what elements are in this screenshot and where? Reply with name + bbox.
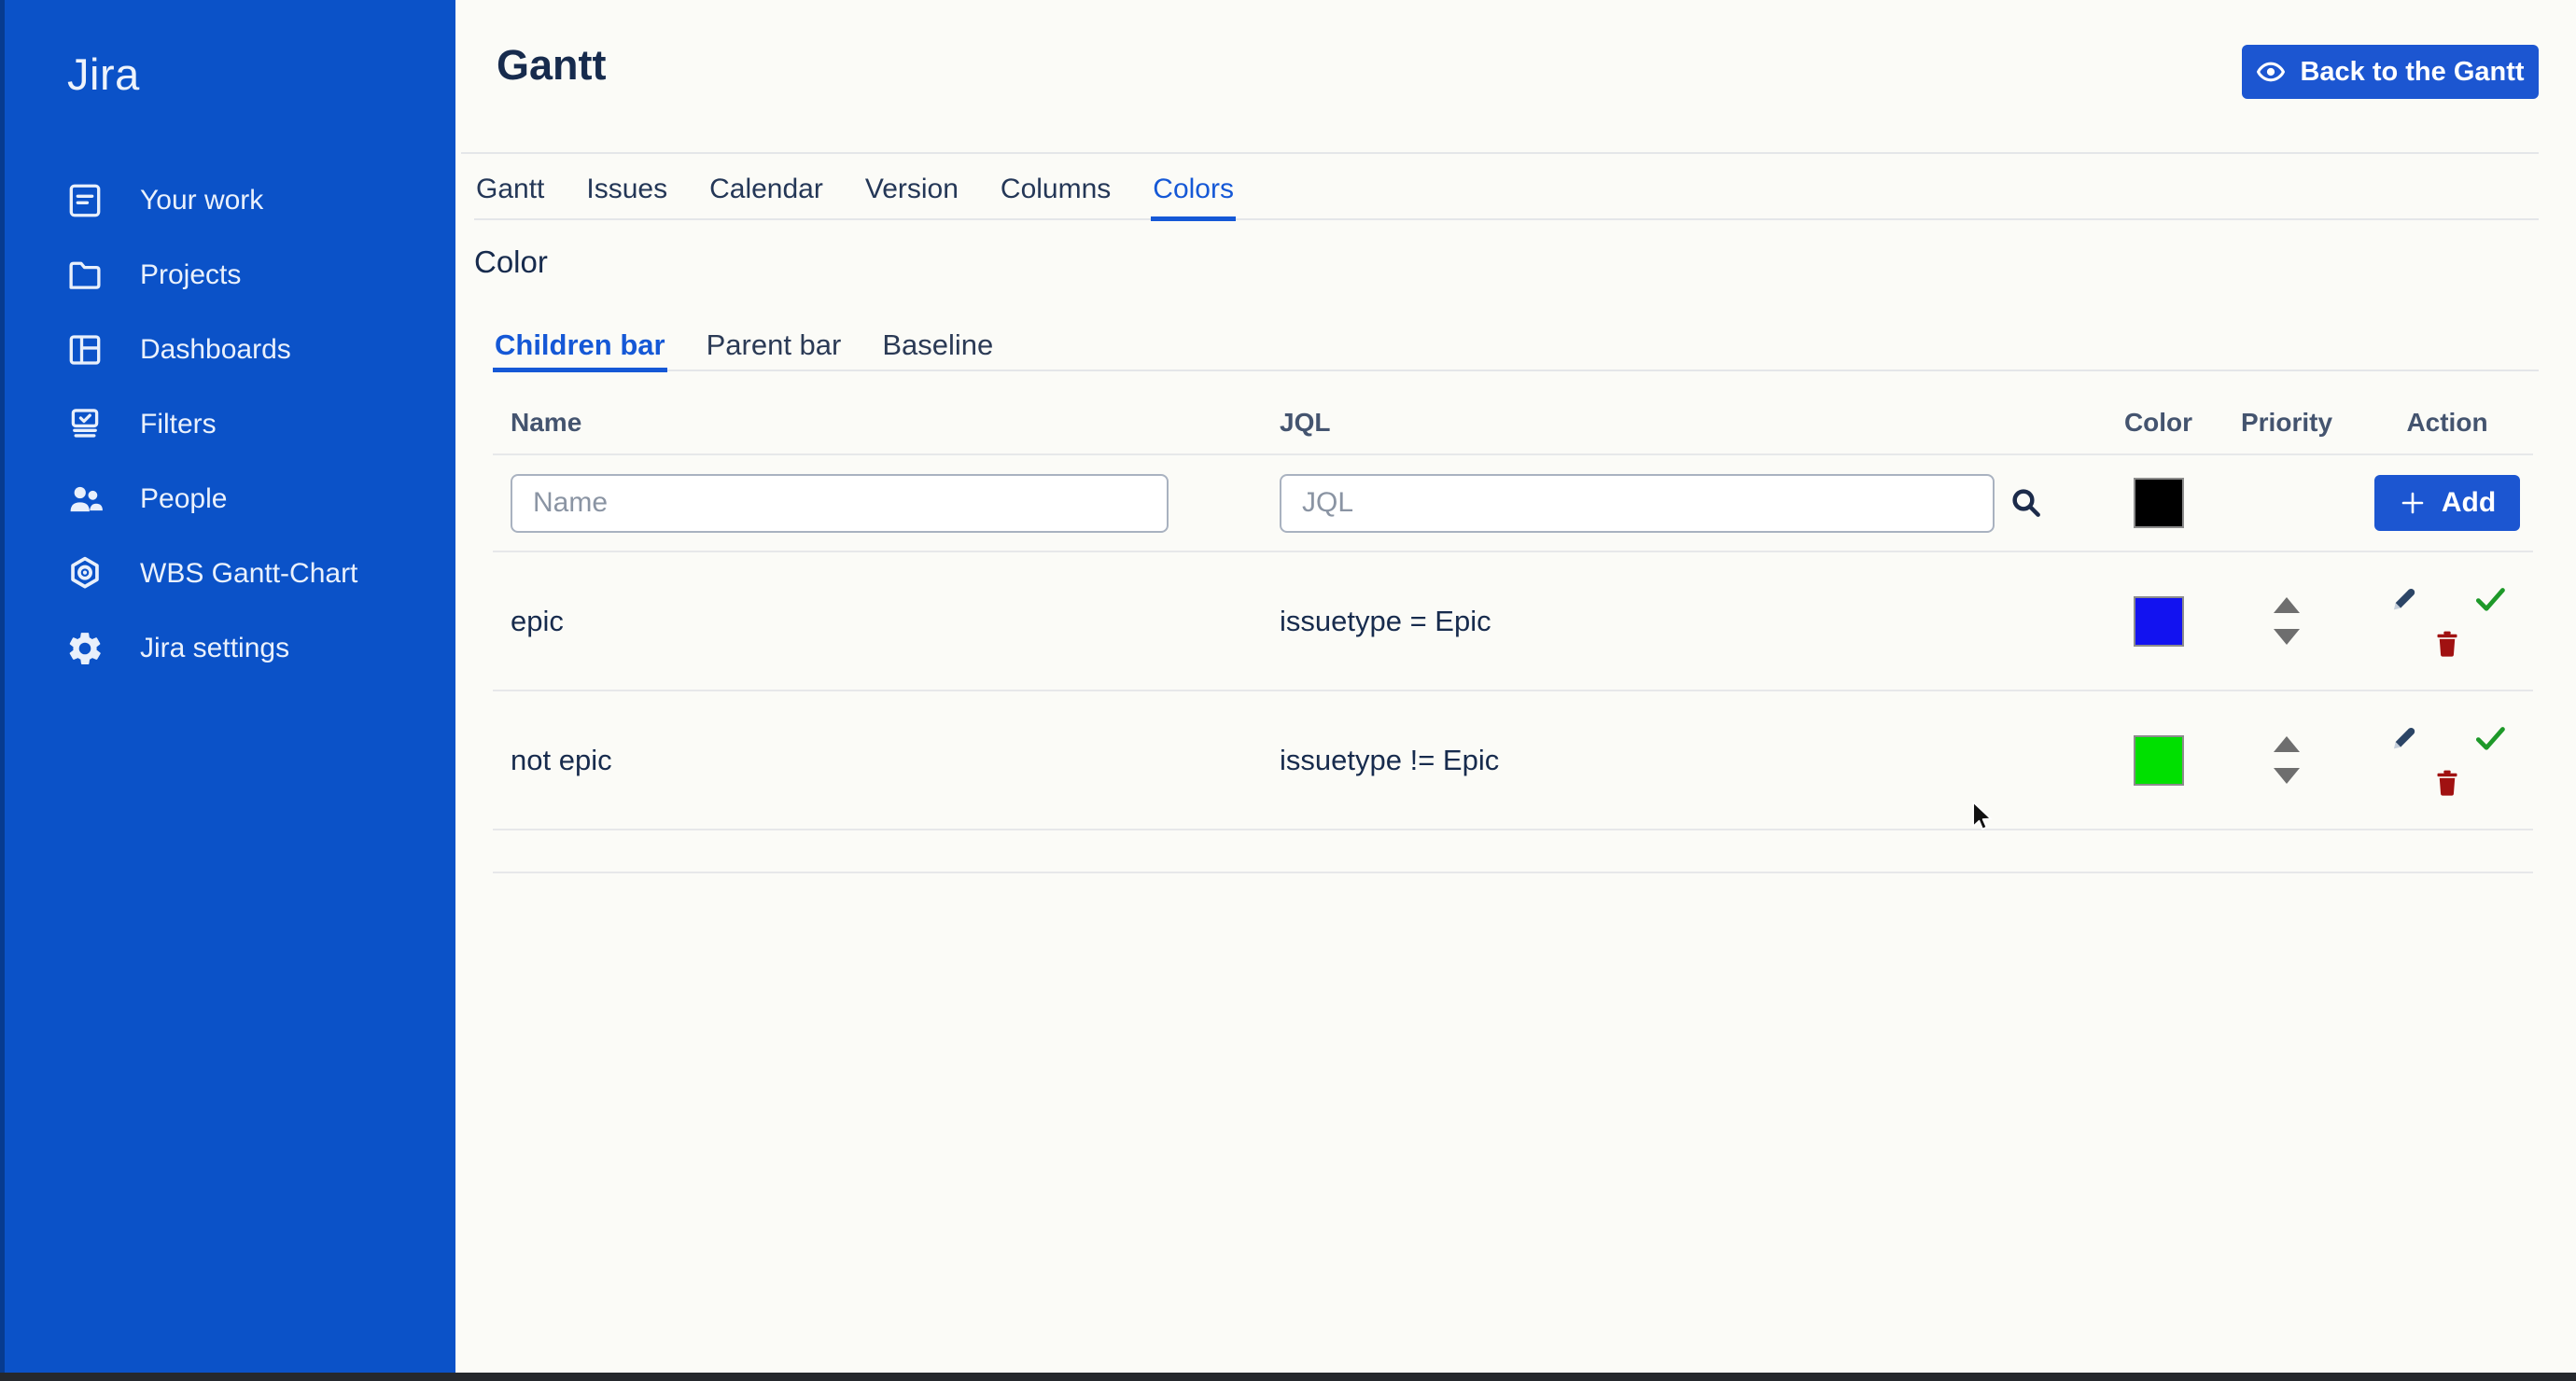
rule-jql: issuetype = Epic bbox=[1280, 605, 2105, 638]
delete-button[interactable] bbox=[2429, 625, 2466, 663]
your-work-icon bbox=[65, 181, 105, 220]
edit-button[interactable] bbox=[2386, 580, 2423, 618]
edit-button[interactable] bbox=[2386, 719, 2423, 757]
delete-button[interactable] bbox=[2429, 764, 2466, 802]
rule-jql: issuetype != Epic bbox=[1280, 744, 2105, 777]
sidebar-item-label: Jira settings bbox=[140, 633, 289, 664]
rule-color-swatch[interactable] bbox=[2134, 596, 2184, 647]
plus-icon bbox=[2399, 489, 2427, 517]
sidebar-item-label: Filters bbox=[140, 409, 217, 440]
add-button[interactable]: Add bbox=[2374, 475, 2520, 531]
sidebar-item-filters[interactable]: Filters bbox=[0, 387, 455, 462]
subtab-children-bar[interactable]: Children bar bbox=[493, 328, 667, 372]
eye-icon bbox=[2256, 57, 2286, 87]
filters-icon bbox=[65, 405, 105, 444]
new-rule-color-swatch[interactable] bbox=[2134, 478, 2184, 528]
window-bottom-edge bbox=[0, 1373, 2576, 1381]
color-rules-table: Name JQL Color Priority Action bbox=[493, 392, 2533, 873]
name-input[interactable] bbox=[511, 474, 1169, 533]
confirm-button[interactable] bbox=[2471, 580, 2509, 618]
tab-columns[interactable]: Columns bbox=[999, 174, 1113, 221]
color-section-heading: Color bbox=[474, 244, 548, 280]
priority-up-icon[interactable] bbox=[2274, 736, 2300, 752]
priority-stepper bbox=[2274, 597, 2300, 645]
wbs-gantt-chart-icon bbox=[65, 554, 105, 593]
tab-gantt[interactable]: Gantt bbox=[474, 174, 546, 221]
pencil-icon bbox=[2387, 581, 2422, 617]
trash-icon bbox=[2431, 628, 2463, 660]
sidebar-item-people[interactable]: People bbox=[0, 462, 455, 537]
sidebar-item-your-work[interactable]: Your work bbox=[0, 163, 455, 238]
sidebar-item-dashboards[interactable]: Dashboards bbox=[0, 313, 455, 387]
subtab-baseline[interactable]: Baseline bbox=[880, 328, 995, 372]
row-actions bbox=[2386, 719, 2509, 802]
jira-logo[interactable]: Jira bbox=[67, 49, 140, 100]
check-icon bbox=[2472, 720, 2508, 756]
tab-issues[interactable]: Issues bbox=[584, 174, 669, 221]
rule-color-swatch[interactable] bbox=[2134, 735, 2184, 786]
sidebar-item-label: Dashboards bbox=[140, 334, 291, 366]
header-divider bbox=[461, 152, 2539, 154]
table-row: not epic issuetype != Epic bbox=[493, 691, 2533, 830]
page-title: Gantt bbox=[497, 41, 607, 90]
column-header-priority: Priority bbox=[2241, 408, 2332, 438]
gear-icon bbox=[65, 629, 105, 668]
projects-icon bbox=[65, 256, 105, 295]
sidebar-item-label: Your work bbox=[140, 185, 263, 216]
sidebar: Jira Your work Projects bbox=[0, 0, 455, 1381]
add-button-label: Add bbox=[2442, 487, 2496, 519]
tab-version[interactable]: Version bbox=[863, 174, 960, 221]
pencil-icon bbox=[2387, 720, 2422, 756]
column-header-color: Color bbox=[2124, 408, 2192, 438]
priority-down-icon[interactable] bbox=[2274, 629, 2300, 645]
sidebar-item-label: Projects bbox=[140, 259, 241, 291]
check-icon bbox=[2472, 581, 2508, 617]
trash-icon bbox=[2431, 767, 2463, 799]
back-button-label: Back to the Gantt bbox=[2300, 57, 2524, 88]
jql-search-button[interactable] bbox=[2006, 482, 2047, 523]
sidebar-item-label: People bbox=[140, 483, 227, 515]
row-actions bbox=[2386, 580, 2509, 663]
color-subtabs: Children bar Parent bar Baseline bbox=[493, 328, 2539, 371]
table-row: epic issuetype = Epic bbox=[493, 552, 2533, 691]
add-rule-row: Add bbox=[493, 455, 2533, 552]
main-tabs: Gantt Issues Calendar Version Columns Co… bbox=[474, 174, 2539, 220]
subtab-parent-bar[interactable]: Parent bar bbox=[705, 328, 844, 372]
dashboards-icon bbox=[65, 330, 105, 370]
back-to-gantt-button[interactable]: Back to the Gantt bbox=[2242, 45, 2539, 99]
tab-calendar[interactable]: Calendar bbox=[707, 174, 825, 221]
rule-name: epic bbox=[511, 605, 1280, 638]
column-header-action: Action bbox=[2406, 408, 2487, 438]
priority-up-icon[interactable] bbox=[2274, 597, 2300, 613]
sidebar-item-label: WBS Gantt-Chart bbox=[140, 558, 357, 590]
sidebar-item-projects[interactable]: Projects bbox=[0, 238, 455, 313]
table-header-row: Name JQL Color Priority Action bbox=[493, 392, 2533, 455]
sidebar-nav: Your work Projects Dashboards bbox=[0, 163, 455, 686]
table-footer-divider bbox=[493, 830, 2533, 873]
priority-stepper bbox=[2274, 736, 2300, 784]
column-header-jql: JQL bbox=[1280, 408, 2105, 438]
priority-down-icon[interactable] bbox=[2274, 768, 2300, 784]
column-header-name: Name bbox=[511, 408, 1280, 438]
people-icon bbox=[65, 480, 105, 519]
jql-input[interactable] bbox=[1280, 474, 1995, 533]
search-icon bbox=[2008, 484, 2045, 522]
confirm-button[interactable] bbox=[2471, 719, 2509, 757]
sidebar-item-jira-settings[interactable]: Jira settings bbox=[0, 611, 455, 686]
rule-name: not epic bbox=[511, 744, 1280, 777]
tab-colors[interactable]: Colors bbox=[1151, 174, 1236, 221]
sidebar-item-wbs-gantt-chart[interactable]: WBS Gantt-Chart bbox=[0, 537, 455, 611]
